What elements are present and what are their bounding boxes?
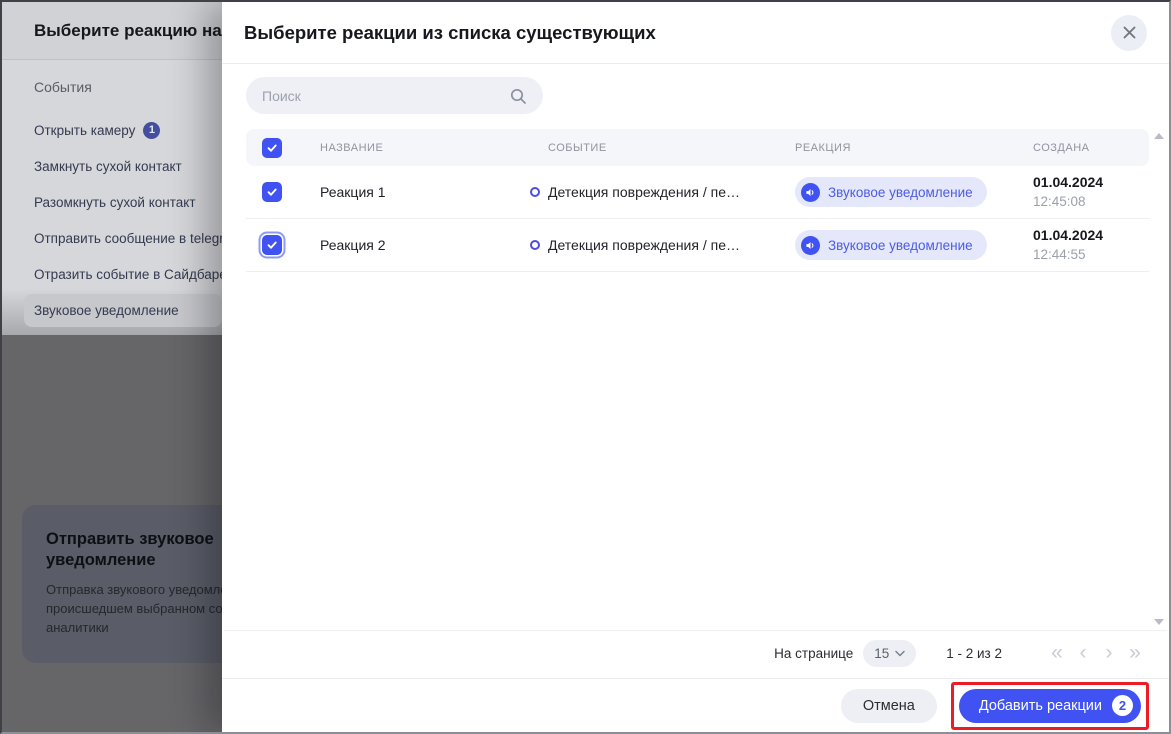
per-page-value: 15 bbox=[874, 646, 889, 661]
events-section-label: События bbox=[34, 79, 92, 95]
table-header: НАЗВАНИЕ СОБЫТИЕ РЕАКЦИЯ СОЗДАНА bbox=[246, 129, 1149, 166]
event-type-icon bbox=[530, 240, 540, 250]
created-cell: 01.04.2024 12:45:08 bbox=[1033, 173, 1149, 211]
event-item-label: Замкнуть сухой контакт bbox=[34, 159, 182, 174]
cancel-button[interactable]: Отмена bbox=[841, 689, 937, 723]
reaction-name: Реакция 2 bbox=[310, 237, 530, 253]
check-icon bbox=[266, 239, 278, 251]
search-icon bbox=[509, 87, 527, 105]
event-item-close-contact[interactable]: Замкнуть сухой контакт bbox=[2, 148, 222, 184]
event-name: Детекция повреждения / пе… bbox=[548, 184, 740, 200]
event-item-open-contact[interactable]: Разомкнуть сухой контакт bbox=[2, 184, 222, 220]
screenshot-canvas: Отправить звуковое уведомление Отправка … bbox=[0, 0, 1171, 734]
chevron-down-icon bbox=[895, 650, 905, 657]
modal-header: Выберите реакции из списка существующих bbox=[222, 2, 1169, 64]
pagination: На странице 15 1 - 2 из 2 « ‹ › » bbox=[774, 635, 1148, 671]
modal-footer: Отмена Добавить реакции 2 bbox=[222, 678, 1169, 732]
event-item-sidebar[interactable]: Отразить событие в Сайдбаре bbox=[2, 256, 222, 292]
event-item-label: Открыть камеру bbox=[34, 123, 135, 138]
reaction-cell: Звуковое уведомление bbox=[795, 230, 1033, 260]
reaction-cell: Звуковое уведомление bbox=[795, 177, 1033, 207]
check-icon bbox=[266, 186, 278, 198]
event-type-icon bbox=[530, 187, 540, 197]
table-row[interactable]: Реакция 2 Детекция повреждения / пе… Зву… bbox=[246, 219, 1149, 272]
col-reaction: РЕАКЦИЯ bbox=[795, 142, 1033, 154]
event-name: Детекция повреждения / пе… bbox=[548, 237, 740, 253]
per-page-select[interactable]: 15 bbox=[863, 640, 916, 667]
events-list: Открыть камеру 1 Замкнуть сухой контакт … bbox=[2, 112, 222, 327]
reaction-name: Реакция 1 bbox=[310, 184, 530, 200]
check-icon bbox=[266, 142, 278, 154]
divider bbox=[224, 630, 1167, 631]
first-page-button[interactable]: « bbox=[1044, 643, 1070, 663]
select-reactions-modal: Выберите реакции из списка существующих … bbox=[222, 2, 1169, 732]
dimmed-background: Отправить звуковое уведомление Отправка … bbox=[2, 2, 222, 732]
close-icon bbox=[1122, 25, 1137, 40]
events-modal-panel: Выберите реакцию на события События Откр… bbox=[2, 2, 222, 335]
event-item-label: Отразить событие в Сайдбаре bbox=[34, 267, 222, 282]
count-badge: 1 bbox=[143, 122, 160, 139]
reaction-label: Звуковое уведомление bbox=[828, 238, 973, 253]
selected-count-badge: 2 bbox=[1112, 695, 1133, 716]
modal-title: Выберите реакции из списка существующих bbox=[244, 22, 656, 44]
event-item-label: Отправить сообщение в telegram bbox=[34, 231, 222, 246]
speaker-icon bbox=[801, 183, 820, 202]
event-item-open-camera[interactable]: Открыть камеру 1 bbox=[2, 112, 222, 148]
created-cell: 01.04.2024 12:44:55 bbox=[1033, 226, 1149, 264]
close-button[interactable] bbox=[1111, 15, 1147, 51]
page-range: 1 - 2 из 2 bbox=[946, 646, 1002, 661]
table-row[interactable]: Реакция 1 Детекция повреждения / пе… Зву… bbox=[246, 166, 1149, 219]
created-time: 12:44:55 bbox=[1033, 245, 1149, 264]
events-modal-header: Выберите реакцию на события bbox=[2, 2, 222, 60]
created-date: 01.04.2024 bbox=[1033, 226, 1149, 245]
prev-page-button[interactable]: ‹ bbox=[1070, 643, 1096, 663]
per-page-label: На странице bbox=[774, 646, 853, 661]
add-reactions-label: Добавить реакции bbox=[979, 698, 1102, 714]
events-modal-title: Выберите реакцию на события bbox=[34, 21, 222, 41]
search-box[interactable] bbox=[246, 77, 543, 114]
event-item-label: Звуковое уведомление bbox=[34, 303, 179, 318]
event-item-sound-notification[interactable]: Звуковое уведомление bbox=[24, 294, 222, 327]
scrollbar-down-arrow[interactable] bbox=[1154, 619, 1164, 625]
add-reactions-button[interactable]: Добавить реакции 2 bbox=[959, 689, 1141, 723]
created-time: 12:45:08 bbox=[1033, 192, 1149, 211]
event-item-label: Разомкнуть сухой контакт bbox=[34, 195, 196, 210]
last-page-button[interactable]: » bbox=[1122, 643, 1148, 663]
created-date: 01.04.2024 bbox=[1033, 173, 1149, 192]
red-annotation-box: Добавить реакции 2 bbox=[951, 682, 1149, 730]
event-cell: Детекция повреждения / пе… bbox=[530, 184, 795, 200]
event-cell: Детекция повреждения / пе… bbox=[530, 237, 795, 253]
reaction-badge: Звуковое уведомление bbox=[795, 230, 987, 260]
event-item-telegram[interactable]: Отправить сообщение в telegram bbox=[2, 220, 222, 256]
select-all-checkbox[interactable] bbox=[262, 138, 282, 158]
row-checkbox[interactable] bbox=[262, 182, 282, 202]
col-name: НАЗВАНИЕ bbox=[310, 142, 530, 154]
scrollbar-up-arrow[interactable] bbox=[1154, 133, 1164, 139]
col-event: СОБЫТИЕ bbox=[530, 142, 795, 154]
row-checkbox[interactable] bbox=[262, 235, 282, 255]
search-input[interactable] bbox=[262, 88, 509, 104]
speaker-icon bbox=[801, 236, 820, 255]
next-page-button[interactable]: › bbox=[1096, 643, 1122, 663]
reaction-badge: Звуковое уведомление bbox=[795, 177, 987, 207]
pagination-nav: « ‹ › » bbox=[1044, 643, 1148, 663]
col-created: СОЗДАНА bbox=[1033, 142, 1149, 154]
reaction-label: Звуковое уведомление bbox=[828, 185, 973, 200]
